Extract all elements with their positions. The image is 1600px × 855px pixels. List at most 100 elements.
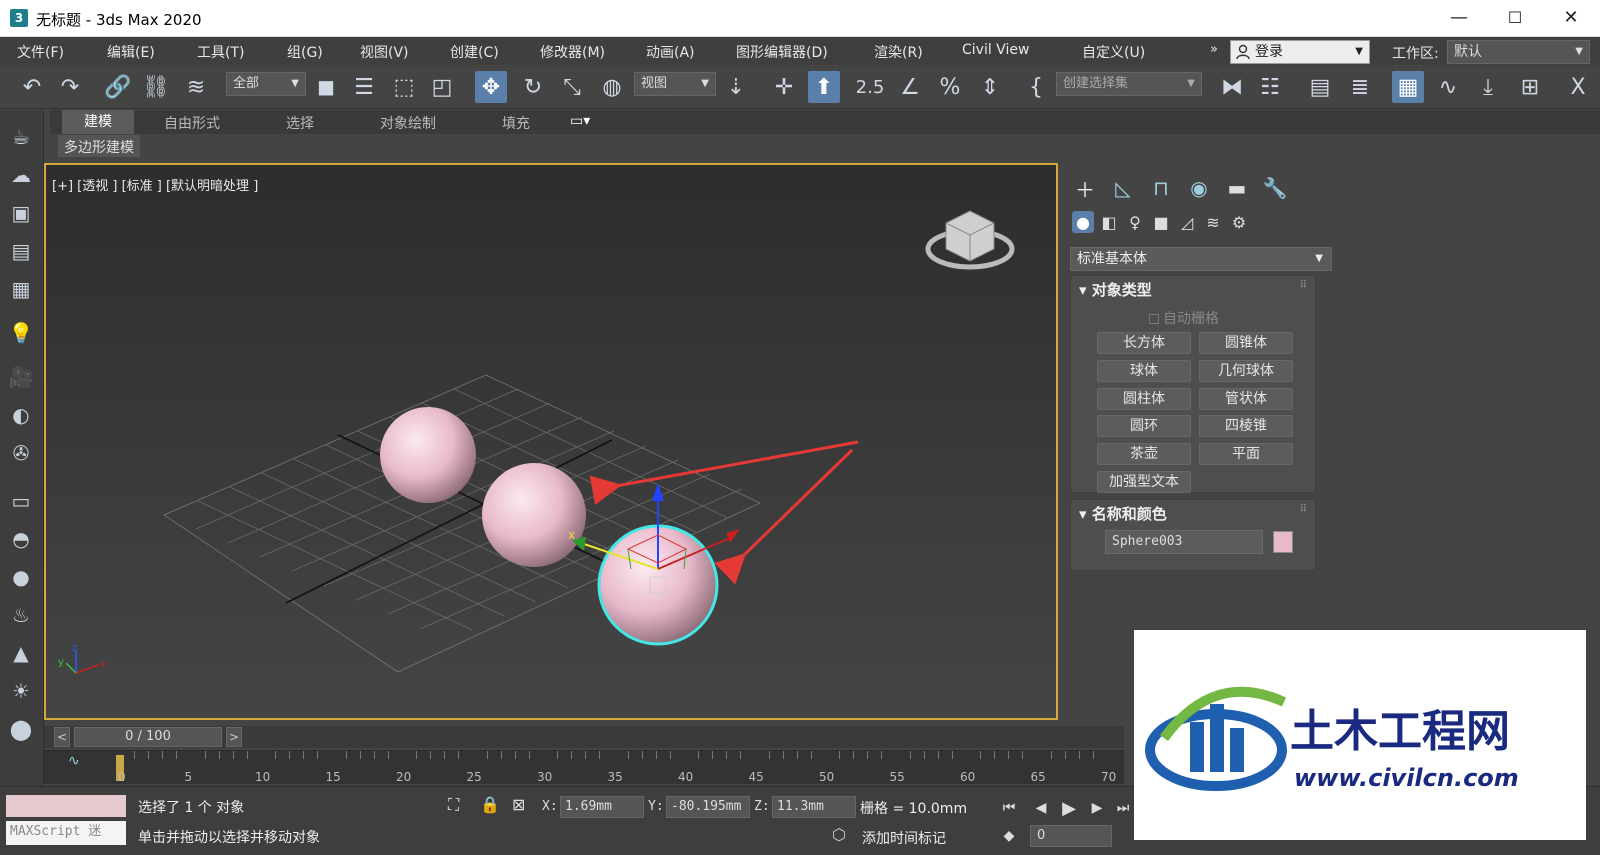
workspace-select[interactable]: 默认 ▼ — [1447, 40, 1590, 64]
play-icon[interactable]: ▶ — [1058, 797, 1080, 819]
menu-create[interactable]: 创建(C) — [450, 42, 499, 62]
select-scale-icon[interactable]: ⤡ — [556, 71, 588, 103]
object-name-input[interactable]: Sphere003 — [1105, 530, 1263, 554]
key-mode-icon[interactable]: ◆ — [998, 825, 1020, 847]
globe-icon[interactable]: ⬤ — [6, 714, 36, 744]
layers-icon[interactable]: ≣ — [1344, 71, 1376, 103]
manipulate-icon[interactable]: ✛ — [768, 71, 800, 103]
rect-selection-icon[interactable]: ⬚ — [388, 71, 420, 103]
select-move-icon[interactable]: ✥ — [475, 71, 507, 103]
close-button[interactable]: ✕ — [1548, 4, 1594, 32]
geosphere-button[interactable]: 几何球体 — [1199, 360, 1293, 382]
lock-icon[interactable]: 🔒 — [480, 795, 500, 814]
lights-icon[interactable]: ♀ — [1124, 211, 1146, 233]
tab-populate[interactable]: 填充 — [502, 113, 530, 133]
absolute-mode-icon[interactable]: ⊠ — [512, 795, 525, 814]
layer-explorer-icon[interactable]: ▤ — [1304, 71, 1336, 103]
mini-curve-icon[interactable]: ∿ — [68, 753, 80, 769]
tube-button[interactable]: 管状体 — [1199, 388, 1293, 410]
cameras-icon[interactable]: ■ — [1150, 211, 1172, 233]
basket-icon[interactable]: ♨ — [6, 600, 36, 630]
go-to-end-icon[interactable]: ⏭ — [1112, 797, 1134, 819]
time-tag-icon[interactable]: ⬡ — [832, 825, 846, 844]
place-icon[interactable]: ◍ — [596, 71, 628, 103]
shapes-icon[interactable]: ◧ — [1098, 211, 1120, 233]
tab-freeform[interactable]: 自由形式 — [164, 113, 220, 133]
sphere-001[interactable] — [380, 407, 476, 503]
selection-filter-select[interactable]: 全部 ▼ — [226, 72, 306, 96]
link-icon[interactable]: 🔗 — [102, 71, 134, 103]
teapot-icon[interactable]: ☕ — [6, 122, 36, 152]
percent-snap-icon[interactable]: % — [934, 71, 966, 103]
film-icon[interactable]: ✇ — [6, 438, 36, 468]
mirror-icon[interactable]: ⧓ — [1216, 71, 1248, 103]
teapot-button[interactable]: 茶壶 — [1097, 443, 1191, 465]
schematic-view-icon[interactable]: ⤓ — [1472, 71, 1504, 103]
menu-file[interactable]: 文件(F) — [17, 42, 64, 62]
unlink-icon[interactable]: ⛓ — [140, 71, 172, 103]
next-frame-icon[interactable]: ▶ — [1086, 797, 1108, 819]
object-color-swatch[interactable] — [1273, 531, 1293, 553]
maxscript-listener-input[interactable]: MAXScript 迷 — [6, 821, 126, 845]
modify-tab-icon[interactable]: ◺ — [1108, 173, 1138, 203]
drag-handle-icon[interactable]: ⠿ — [1300, 280, 1307, 291]
sphere-icon[interactable]: ● — [6, 562, 36, 592]
bind-space-warp-icon[interactable]: ≋ — [180, 71, 212, 103]
menu-civil-view[interactable]: Civil View — [962, 42, 1029, 58]
cylinder-button[interactable]: 圆柱体 — [1097, 388, 1191, 410]
viewcube[interactable] — [925, 210, 1015, 270]
utilities-tab-icon[interactable]: 🔧 — [1260, 173, 1290, 203]
space-warps-icon[interactable]: ≋ — [1202, 211, 1224, 233]
geometry-icon[interactable]: ● — [1072, 211, 1094, 233]
y-coord-input[interactable]: -80.195mm — [666, 796, 750, 818]
motion-tab-icon[interactable]: ◉ — [1184, 173, 1214, 203]
menu-edit[interactable]: 编辑(E) — [107, 42, 155, 62]
select-rotate-icon[interactable]: ↻ — [517, 71, 549, 103]
hemisphere-icon[interactable]: ◓ — [6, 524, 36, 554]
menu-animation[interactable]: 动画(A) — [646, 42, 695, 62]
previous-frame-icon[interactable]: ◀ — [1030, 797, 1052, 819]
maxscript-output[interactable] — [6, 795, 126, 817]
x-toggle-icon[interactable]: X — [1562, 71, 1594, 103]
x-coord-input[interactable]: 1.69mm — [560, 796, 644, 818]
edit-named-selection-icon[interactable]: { — [1020, 71, 1052, 103]
add-time-tag-button[interactable]: 添加时间标记 — [862, 828, 946, 848]
material-editor-icon[interactable]: ⊞ — [1514, 71, 1546, 103]
helpers-icon[interactable]: ◿ — [1176, 211, 1198, 233]
tab-modeling[interactable]: 建模 — [62, 110, 134, 134]
auto-grid-checkbox[interactable]: 自动栅格 — [1149, 308, 1219, 328]
hierarchy-tab-icon[interactable]: ⊓ — [1146, 173, 1176, 203]
pivot-center-icon[interactable]: ⇣ — [720, 71, 752, 103]
camera-icon[interactable]: 🎥 — [6, 362, 36, 392]
box-button[interactable]: 长方体 — [1097, 332, 1191, 354]
select-by-name-icon[interactable]: ☰ — [348, 71, 380, 103]
light-icon[interactable]: 💡 — [6, 318, 36, 348]
snap-toggle-icon[interactable]: 2.5 — [854, 71, 886, 103]
sphere-002[interactable] — [482, 463, 586, 567]
speaker-icon[interactable]: ◐ — [6, 400, 36, 430]
menu-graph-editors[interactable]: 图形编辑器(D) — [736, 42, 828, 62]
box-icon[interactable]: ▭ — [6, 486, 36, 516]
category-select[interactable]: 标准基本体 ▼ — [1070, 247, 1332, 271]
curve-editor-icon[interactable]: ∿ — [1432, 71, 1464, 103]
torus-button[interactable]: 圆环 — [1097, 415, 1191, 437]
pyramid-button[interactable]: 四棱锥 — [1199, 415, 1293, 437]
tab-selection[interactable]: 选择 — [286, 113, 314, 133]
undo-icon[interactable]: ↶ — [16, 71, 48, 103]
keyboard-shortcut-override-icon[interactable]: ⬆ — [808, 71, 840, 103]
login-dropdown[interactable]: 登录 ▼ — [1230, 40, 1370, 64]
reference-coord-select[interactable]: 视图 ▼ — [634, 72, 716, 96]
spinner-snap-icon[interactable]: ⇕ — [974, 71, 1006, 103]
z-coord-input[interactable]: 11.3mm — [772, 796, 856, 818]
drag-handle-icon[interactable]: ⠿ — [1300, 504, 1307, 515]
menu-customize[interactable]: 自定义(U) — [1082, 42, 1145, 62]
name-color-header[interactable]: ▾ 名称和颜色 — [1079, 503, 1167, 524]
cone-button[interactable]: 圆锥体 — [1199, 332, 1293, 354]
isolate-selection-icon[interactable]: ⛶ — [448, 795, 459, 815]
cone-icon[interactable]: ▲ — [6, 638, 36, 668]
time-next-button[interactable]: > — [226, 727, 242, 747]
tab-object-paint[interactable]: 对象绘制 — [380, 113, 436, 133]
current-frame-input[interactable]: 0 — [1030, 825, 1112, 847]
track-bar[interactable]: ∿ 0 5 10 15 20 25 30 35 40 45 50 55 60 65 70 — [44, 750, 1124, 784]
create-tab-icon[interactable]: ＋ — [1070, 173, 1100, 203]
